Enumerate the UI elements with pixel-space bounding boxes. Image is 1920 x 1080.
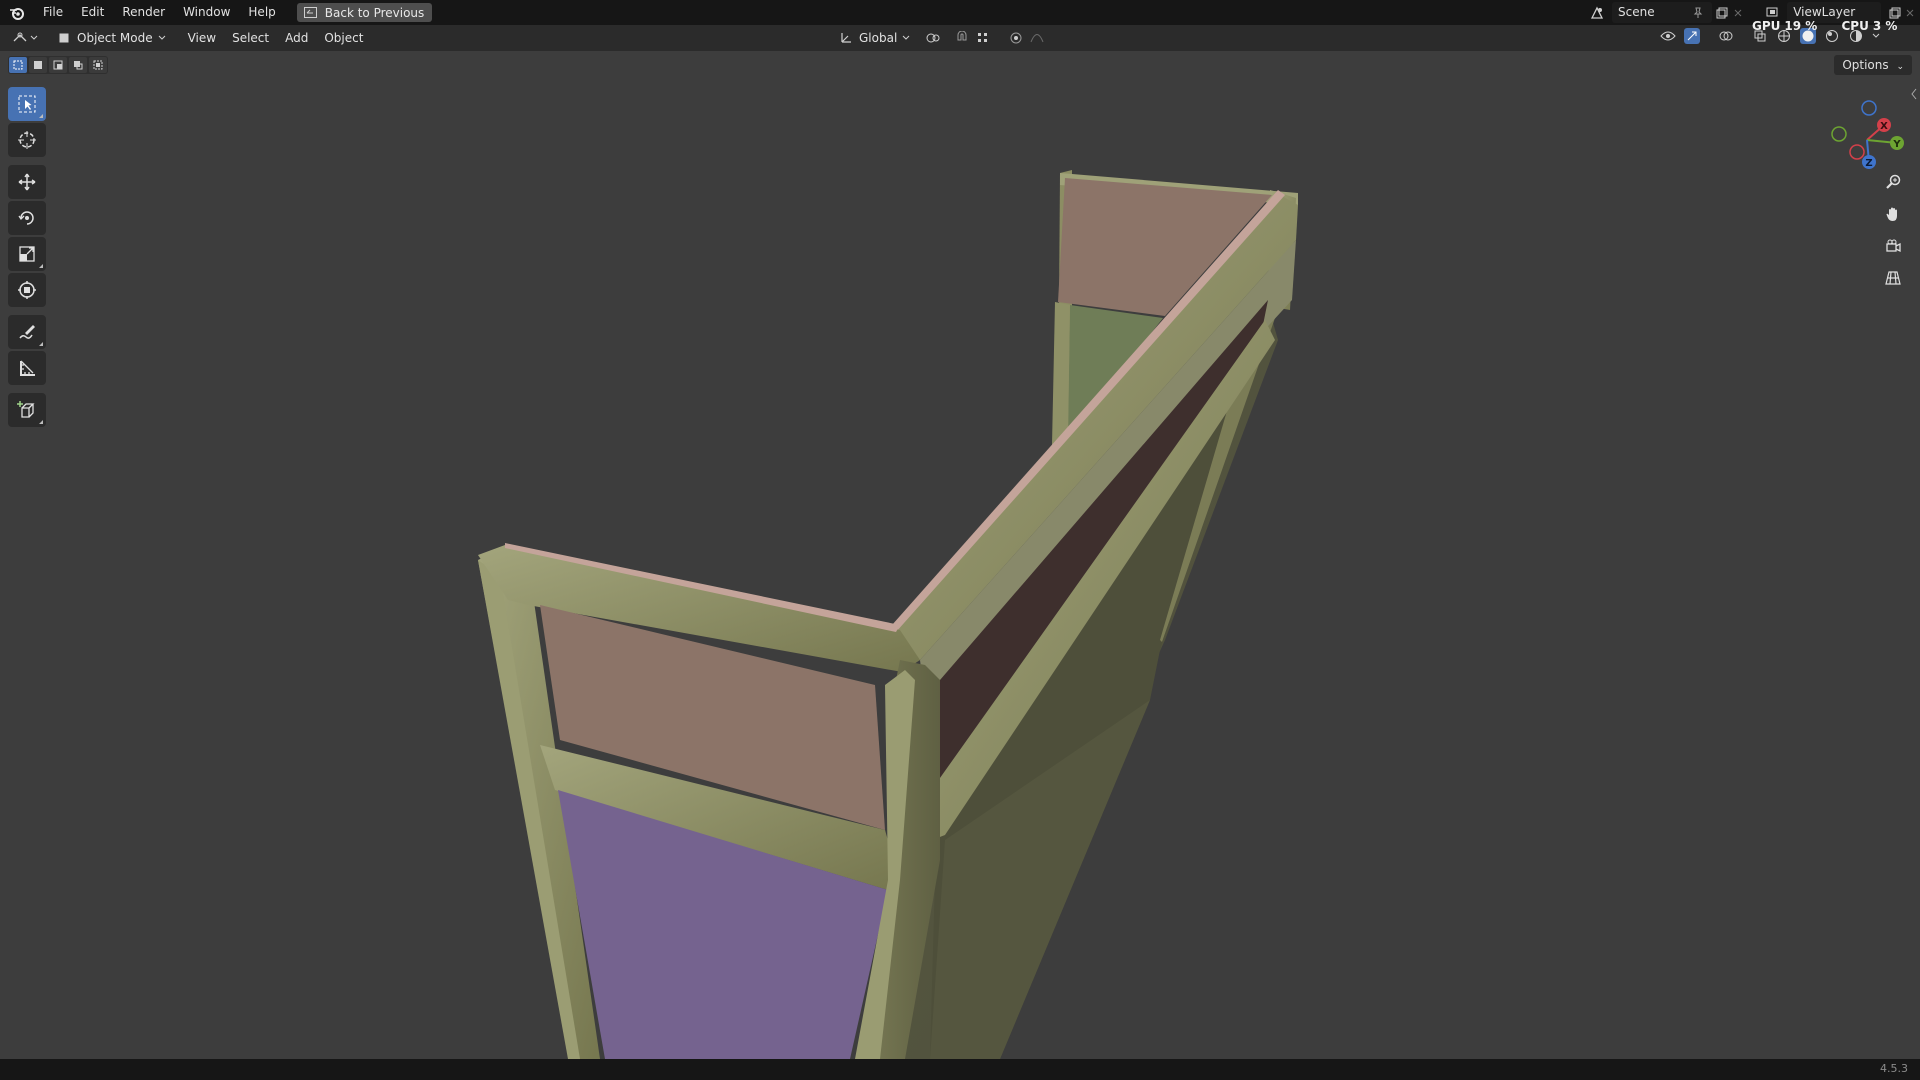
camera-view-tool[interactable] [1880, 233, 1906, 259]
scale-icon [19, 246, 35, 262]
menu-render[interactable]: Render [113, 0, 174, 25]
menu-help[interactable]: Help [239, 0, 284, 25]
header-menu-add[interactable]: Add [277, 25, 316, 51]
gpu-stat: GPU 19 % [1752, 19, 1817, 33]
header-menu-view[interactable]: View [180, 25, 224, 51]
chevron-down-icon [158, 30, 166, 46]
transform-icon [18, 281, 36, 299]
system-stats: GPU 19 % CPU 3 % [1752, 19, 1917, 33]
select-subtract-button[interactable] [49, 57, 67, 73]
cpu-label: CPU [1841, 19, 1869, 33]
version-label: 4.5.3 [1880, 1062, 1908, 1075]
viewport-header: Object Mode View Select Add Object Globa… [0, 25, 1920, 51]
snap-grid-icon[interactable] [975, 30, 991, 46]
zoom-magnifier-icon [1886, 174, 1901, 189]
annotate-pencil-icon [19, 325, 35, 339]
cpu-value: 3 % [1872, 19, 1898, 33]
object-mode-dropdown[interactable]: Object Mode [50, 28, 172, 48]
scene-browse-button[interactable] [1582, 2, 1612, 23]
transform-orientation-icon [838, 30, 854, 46]
chevron-down-icon[interactable] [902, 30, 910, 46]
pan-tool[interactable] [1880, 201, 1906, 227]
select-box-tool[interactable] [8, 87, 46, 121]
select-invert-button[interactable] [69, 57, 87, 73]
gizmo-neg-y-icon[interactable] [1831, 126, 1847, 142]
snap-icon[interactable] [954, 30, 970, 46]
selection-mode-group [8, 56, 108, 74]
sidebar-toggle[interactable] [1910, 85, 1920, 100]
3d-viewport-icon [12, 30, 28, 46]
menu-window[interactable]: Window [174, 0, 239, 25]
add-cube-icon [17, 401, 35, 418]
select-extend-button[interactable] [29, 57, 47, 73]
camera-icon [1886, 239, 1901, 253]
delete-scene-icon[interactable] [1730, 5, 1746, 21]
header-menu-select[interactable]: Select [224, 25, 277, 51]
new-scene-icon[interactable] [1714, 5, 1730, 21]
transform-orientation-label[interactable]: Global [859, 31, 897, 45]
transform-controls: Global [838, 28, 1045, 48]
gizmo-z-label: Z [1865, 158, 1872, 169]
status-bar: 4.5.3 [0, 1059, 1920, 1080]
gpu-label: GPU [1752, 19, 1781, 33]
menu-edit[interactable]: Edit [72, 0, 113, 25]
chevron-down-icon: ⌄ [1896, 62, 1904, 72]
top-menu-bar: File Edit Render Window Help Back to Pre… [0, 0, 1920, 25]
gizmo-neg-x-icon[interactable] [1849, 144, 1865, 160]
scene-icon [1589, 5, 1605, 21]
select-box-icon [18, 95, 36, 113]
select-new-button[interactable] [9, 57, 27, 73]
editor-type-selector[interactable] [4, 27, 46, 49]
blender-logo-icon[interactable] [0, 0, 34, 25]
gizmo-toggle-icon[interactable] [1684, 28, 1700, 44]
chevron-left-icon [1911, 88, 1917, 100]
measure-tool[interactable] [8, 351, 46, 385]
object-mode-icon [56, 30, 72, 46]
far-post-inner [1052, 302, 1070, 445]
zoom-tool[interactable] [1880, 169, 1906, 195]
proportional-edit-icon[interactable] [1008, 30, 1024, 46]
move-icon [18, 173, 36, 191]
back-to-previous-button[interactable]: Back to Previous [296, 3, 433, 22]
perspective-grid-icon [1885, 271, 1901, 285]
3d-viewport[interactable]: Options ⌄ X Y Z [0, 51, 1920, 1059]
scene-render [478, 170, 1298, 1059]
gizmo-neg-z-icon[interactable] [1861, 100, 1877, 116]
navigation-gizmo[interactable]: X Y Z [1822, 85, 1912, 175]
gpu-value: 19 % [1784, 19, 1818, 33]
gizmo-x-label: X [1880, 121, 1888, 132]
menu-file[interactable]: File [34, 0, 72, 25]
options-label: Options [1842, 58, 1889, 72]
cpu-stat: CPU 3 % [1841, 19, 1897, 33]
move-tool[interactable] [8, 165, 46, 199]
scale-tool[interactable] [8, 237, 46, 271]
annotate-tool[interactable] [8, 315, 46, 349]
falloff-curve-icon[interactable] [1029, 30, 1045, 46]
back-to-previous-label: Back to Previous [324, 5, 425, 20]
pivot-point-icon[interactable] [925, 30, 941, 46]
rotate-icon [18, 211, 34, 225]
options-dropdown[interactable]: Options ⌄ [1834, 55, 1912, 75]
gizmo-y-label: Y [1892, 139, 1901, 150]
pan-hand-icon [1886, 207, 1897, 221]
measure-ruler-icon [20, 360, 35, 376]
select-intersect-button[interactable] [89, 57, 107, 73]
perspective-toggle[interactable] [1880, 265, 1906, 291]
tool-shelf [8, 87, 46, 429]
transform-tool[interactable] [8, 273, 46, 307]
cursor-icon [18, 131, 36, 149]
chevron-down-icon [30, 30, 38, 46]
rotate-tool[interactable] [8, 201, 46, 235]
visibility-eye-icon[interactable] [1660, 28, 1676, 44]
back-window-icon [303, 5, 319, 21]
scene-selector: Scene [1582, 2, 1747, 23]
pin-icon[interactable] [1690, 5, 1706, 21]
add-cube-tool[interactable] [8, 393, 46, 427]
header-menu-object[interactable]: Object [316, 25, 371, 51]
overlay-toggle-icon[interactable] [1718, 28, 1734, 44]
cursor-tool[interactable] [8, 123, 46, 157]
navigation-tools [1880, 169, 1906, 291]
object-mode-label: Object Mode [77, 31, 153, 45]
